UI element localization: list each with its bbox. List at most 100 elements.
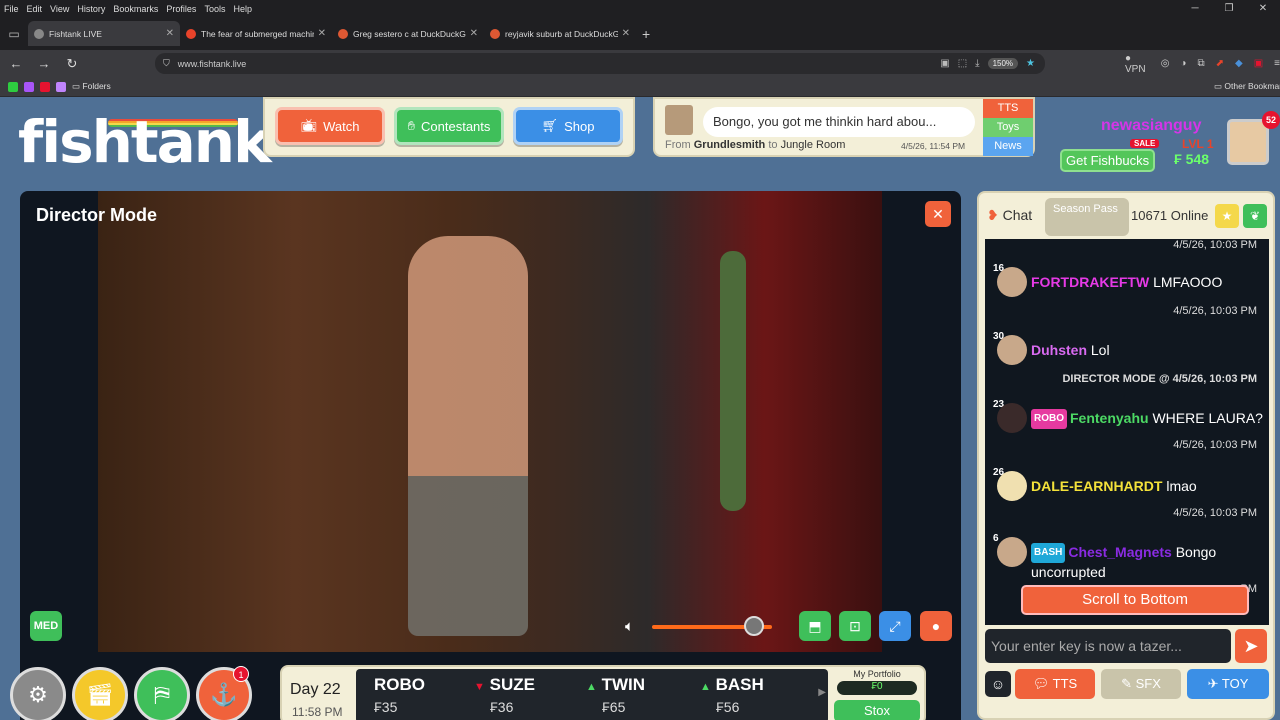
- menu-edit[interactable]: Edit: [27, 4, 43, 14]
- site-info-icon[interactable]: ⛉: [163, 58, 170, 69]
- download-icon[interactable]: ⤓: [975, 58, 979, 69]
- close-window-icon[interactable]: ✕: [1246, 0, 1280, 17]
- send-button[interactable]: ➤: [1235, 629, 1267, 663]
- chat-username[interactable]: Chest_Magnets: [1068, 544, 1171, 560]
- bookmark-k-icon[interactable]: [8, 81, 18, 92]
- menu-tools[interactable]: Tools: [204, 4, 225, 14]
- stock-twin[interactable]: ▲ TWIN ₣65: [586, 675, 696, 715]
- new-tab-icon[interactable]: +: [642, 26, 650, 42]
- close-tab-icon[interactable]: ✕: [622, 28, 630, 39]
- menu-view[interactable]: View: [50, 4, 69, 14]
- username[interactable]: newasianguy: [1101, 117, 1201, 135]
- extensions-icon[interactable]: ⧉: [1197, 58, 1204, 69]
- contestants-label: Contestants: [421, 118, 491, 134]
- menu-bookmarks[interactable]: Bookmarks: [113, 4, 158, 14]
- volume-handle[interactable]: [744, 616, 764, 636]
- ublock-icon[interactable]: ◆: [1235, 58, 1243, 69]
- tab-toys[interactable]: Toys: [983, 118, 1033, 137]
- screenshot-icon[interactable]: ▣: [940, 58, 949, 69]
- tts-button[interactable]: 💬︎ TTS: [1015, 669, 1095, 699]
- save-page-icon[interactable]: ⬚: [958, 58, 967, 69]
- emoji-icon[interactable]: ☺: [985, 671, 1011, 697]
- avatar[interactable]: [997, 537, 1027, 567]
- avatar[interactable]: [997, 471, 1027, 501]
- notification-badge[interactable]: 52: [1262, 111, 1280, 129]
- menu-file[interactable]: File: [4, 4, 19, 14]
- restore-icon[interactable]: ❐: [1212, 0, 1246, 17]
- tab-reyjavik[interactable]: reyjavik suburb at DuckDuckGo ✕: [484, 21, 636, 46]
- close-tab-icon[interactable]: ✕: [166, 28, 174, 39]
- cast-icon[interactable]: ⊡: [839, 611, 871, 641]
- pin-icon[interactable]: ⬈: [1216, 58, 1224, 69]
- tab-sidebar-icon[interactable]: ▭: [0, 17, 28, 50]
- stock-suze[interactable]: ▼ SUZE ₣36: [474, 675, 584, 715]
- tab-greg[interactable]: Greg sestero c at DuckDuckGo ✕: [332, 21, 484, 46]
- leo-icon[interactable]: ◑: [1180, 58, 1186, 69]
- avatar[interactable]: [997, 403, 1027, 433]
- ext-red-icon[interactable]: ▣: [1254, 58, 1263, 69]
- other-bookmarks[interactable]: ▭ Other Bookmarks: [1214, 81, 1280, 92]
- ticker-next-icon[interactable]: ▶: [818, 687, 826, 698]
- chat-messages[interactable]: 4/5/26, 10:03 PM 16 FORTDRAKEFTW LMFAOOO…: [985, 239, 1269, 625]
- watch-button[interactable]: 📺︎ Watch: [275, 107, 385, 145]
- stock-bash[interactable]: ▲ BASH ₣56: [700, 675, 810, 715]
- tab-fishtank[interactable]: Fishtank LIVE ✕: [28, 21, 180, 46]
- avatar[interactable]: [1227, 119, 1269, 165]
- map-button[interactable]: ⛿: [134, 667, 190, 720]
- scroll-to-bottom-button[interactable]: Scroll to Bottom: [1021, 585, 1249, 615]
- vpn-button[interactable]: ● VPN: [1125, 53, 1150, 75]
- zoom-level[interactable]: 150%: [987, 58, 1019, 69]
- fishtank-logo[interactable]: fishtank©: [18, 113, 290, 172]
- chat-username[interactable]: Duhsten: [1031, 342, 1087, 358]
- contestants-button[interactable]: ✋︎ Contestants: [394, 107, 504, 145]
- clapper-button[interactable]: 🎬︎: [72, 667, 128, 720]
- chat-username[interactable]: Fentenyahu: [1070, 410, 1149, 426]
- menu-profiles[interactable]: Profiles: [166, 4, 196, 14]
- video-player[interactable]: Director Mode ✕ MED 🔈︎ ⬒ ⊡ ⤢ ●: [20, 191, 961, 720]
- tab-submerged[interactable]: The fear of submerged machine ✕: [180, 21, 332, 46]
- avatar[interactable]: [997, 335, 1027, 365]
- menu-help[interactable]: Help: [233, 4, 252, 14]
- star-icon[interactable]: ★: [1215, 204, 1239, 228]
- close-tab-icon[interactable]: ✕: [470, 28, 478, 39]
- chat-username[interactable]: FORTDRAKEFTW: [1031, 274, 1149, 290]
- shop-button[interactable]: 🛒︎ Shop: [513, 107, 623, 145]
- menu-history[interactable]: History: [77, 4, 105, 14]
- stox-button[interactable]: Stox: [834, 700, 920, 720]
- leaf-icon[interactable]: ❦: [1243, 204, 1267, 228]
- tab-news[interactable]: News: [983, 137, 1033, 156]
- settings-button[interactable]: ⚙: [10, 667, 66, 720]
- bookmark-n-icon[interactable]: [56, 81, 66, 92]
- more-menu-icon[interactable]: ≡: [1274, 58, 1280, 69]
- anchor-button[interactable]: ⚓ 1: [196, 666, 252, 720]
- tab-tts[interactable]: TTS: [983, 99, 1033, 118]
- wallet-icon[interactable]: ◎: [1161, 58, 1170, 69]
- chat-tab[interactable]: ❥ Chat: [987, 207, 1032, 224]
- record-icon[interactable]: ●: [920, 611, 952, 641]
- sfx-button[interactable]: ✎ SFX: [1101, 669, 1181, 699]
- chat-input[interactable]: Your enter key is now a tazer...: [985, 629, 1231, 663]
- minimize-icon[interactable]: ─: [1178, 0, 1212, 17]
- bookmark-chat-icon[interactable]: [24, 81, 34, 92]
- fullscreen-icon[interactable]: ⤢: [879, 611, 911, 641]
- season-pass-button[interactable]: Season Pass: [1045, 198, 1129, 236]
- youtube-icon[interactable]: [40, 81, 50, 92]
- forward-icon[interactable]: →: [32, 56, 56, 71]
- chat-username[interactable]: DALE-EARNHARDT: [1031, 478, 1162, 494]
- reload-icon[interactable]: ↻: [60, 56, 84, 72]
- back-icon[interactable]: ←: [4, 56, 28, 71]
- avatar[interactable]: [997, 267, 1027, 297]
- close-tab-icon[interactable]: ✕: [318, 28, 326, 39]
- toy-button[interactable]: ✈ TOY: [1187, 669, 1269, 699]
- get-fishbucks-button[interactable]: Get Fishbucks: [1060, 149, 1156, 172]
- pip-icon[interactable]: ⬒: [799, 611, 831, 641]
- close-video-button[interactable]: ✕: [925, 201, 951, 227]
- url-field[interactable]: ⛉ www.fishtank.live ▣ ⬚ ⤓ 150% ★: [155, 53, 1045, 74]
- folders-bookmark[interactable]: ▭ Folders: [72, 81, 111, 92]
- volume-icon[interactable]: 🔈︎: [625, 618, 634, 635]
- quality-button[interactable]: MED: [30, 611, 62, 641]
- tts-from-user[interactable]: Grundlesmith: [694, 139, 766, 151]
- gear-icon: ⚙: [28, 682, 48, 707]
- bookmark-star-icon[interactable]: ★: [1026, 58, 1035, 69]
- stock-robo[interactable]: ROBO ₣35: [374, 675, 484, 715]
